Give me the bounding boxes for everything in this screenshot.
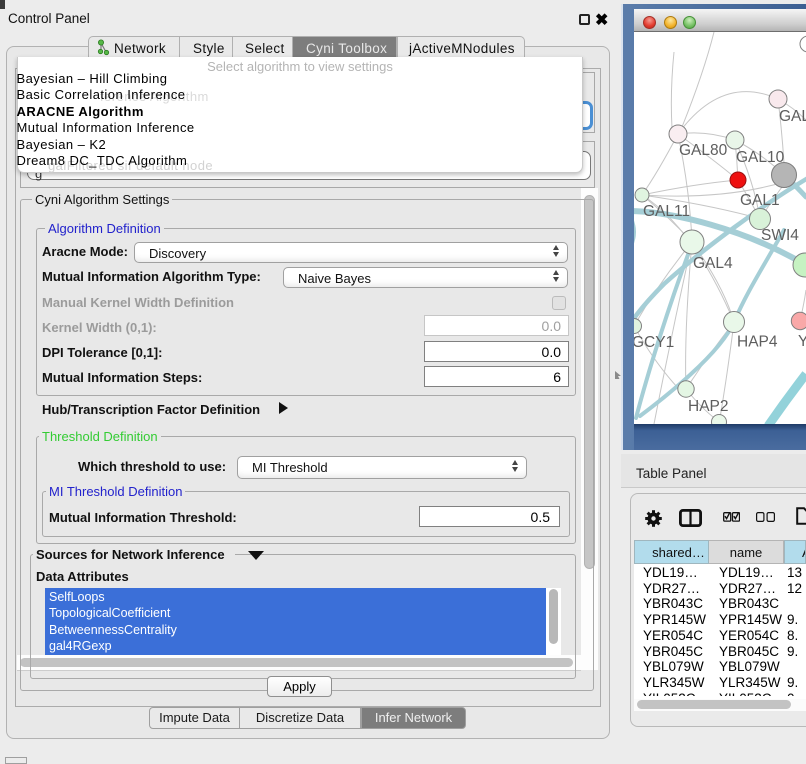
svg-text:GAL80: GAL80 bbox=[679, 142, 728, 159]
svg-text:GCY1: GCY1 bbox=[634, 334, 674, 351]
svg-text:GAL4: GAL4 bbox=[693, 255, 733, 272]
svg-text:HAP4: HAP4 bbox=[737, 334, 778, 351]
svg-text:GAL11: GAL11 bbox=[643, 203, 690, 220]
svg-text:HAP2: HAP2 bbox=[688, 398, 729, 415]
svg-text:SWI4: SWI4 bbox=[761, 227, 799, 244]
svg-text:Y: Y bbox=[798, 333, 806, 350]
svg-text:GAL10: GAL10 bbox=[736, 149, 785, 166]
svg-text:GAL1: GAL1 bbox=[740, 192, 780, 209]
svg-text:GAL: GAL bbox=[779, 108, 806, 125]
